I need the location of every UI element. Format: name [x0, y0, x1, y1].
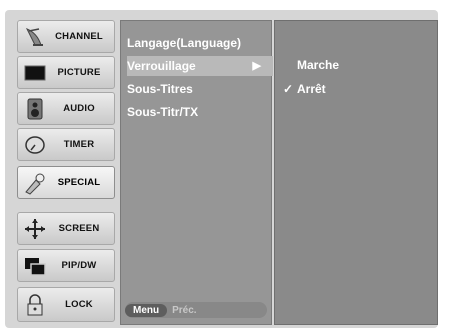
menu-label-screen: SCREEN	[58, 223, 100, 234]
submenu-item-sous-titr-tx[interactable]: Sous-Titr/TX	[127, 102, 273, 122]
osd-menu: CHANNEL PICTURE AUDIO TIMER SPECIAL SCRE…	[17, 20, 438, 325]
speaker-icon	[22, 96, 48, 122]
menu-button-screen[interactable]: SCREEN	[17, 212, 115, 245]
submenu-item-label: Sous-Titres	[127, 82, 193, 96]
satellite-dish-icon	[22, 24, 48, 50]
submenu-item-label: Langage(Language)	[127, 36, 242, 50]
menu-label-timer: TIMER	[63, 139, 95, 150]
menu-label-lock: LOCK	[65, 299, 93, 310]
lock-icon	[22, 292, 48, 318]
menu-button-special[interactable]: SPECIAL	[17, 166, 115, 199]
menu-button-picture[interactable]: PICTURE	[17, 56, 115, 89]
main-menu: CHANNEL PICTURE AUDIO TIMER SPECIAL SCRE…	[17, 20, 115, 325]
option-arret[interactable]: ✓ Arrêt	[283, 80, 326, 98]
option-label: Marche	[297, 58, 340, 72]
menu-button-lock[interactable]: LOCK	[17, 287, 115, 322]
back-label: Préc.	[172, 304, 197, 316]
check-icon: ✓	[283, 82, 294, 96]
option-label: Arrêt	[297, 82, 326, 96]
menu-label-special: SPECIAL	[57, 177, 101, 188]
clock-icon	[22, 132, 48, 158]
pip-icon	[22, 253, 48, 279]
special-icon	[22, 170, 48, 196]
submenu-item-verrouillage[interactable]: Verrouillage ▶	[127, 56, 273, 76]
menu-label-audio: AUDIO	[63, 103, 95, 114]
screen-arrows-icon	[22, 216, 48, 242]
submenu-item-sous-titres[interactable]: Sous-Titres	[127, 79, 273, 99]
menu-button-pipdw[interactable]: PIP/DW	[17, 249, 115, 282]
submenu-item-label: Sous-Titr/TX	[127, 105, 199, 119]
menu-hint-bar: Menu Préc.	[125, 302, 267, 318]
menu-label-pipdw: PIP/DW	[61, 260, 97, 271]
menu-button[interactable]: Menu	[125, 303, 168, 317]
menu-button-timer[interactable]: TIMER	[17, 128, 115, 161]
arrow-right-icon: ▶	[252, 60, 261, 72]
submenu-item-label: Verrouillage	[127, 59, 196, 73]
submenu-item-language[interactable]: Langage(Language)	[127, 33, 273, 53]
menu-label-channel: CHANNEL	[55, 31, 103, 42]
menu-button-channel[interactable]: CHANNEL	[17, 20, 115, 53]
menu-label-picture: PICTURE	[57, 67, 101, 78]
options-panel: Marche ✓ Arrêt	[274, 20, 438, 325]
submenu-panel: Langage(Language) Verrouillage ▶ Sous-Ti…	[120, 20, 273, 325]
option-marche[interactable]: Marche	[283, 56, 339, 74]
tv-screen-icon	[22, 60, 48, 86]
menu-button-audio[interactable]: AUDIO	[17, 92, 115, 125]
